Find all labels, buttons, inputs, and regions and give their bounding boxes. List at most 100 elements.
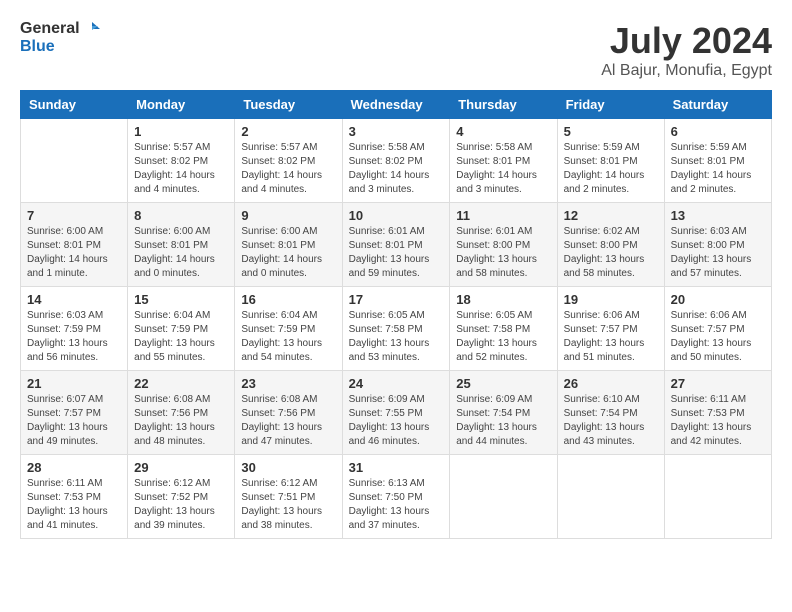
day-cell: 20 Sunrise: 6:06 AMSunset: 7:57 PMDayligh… xyxy=(664,287,771,371)
day-info: Sunrise: 5:58 AMSunset: 8:02 PMDaylight:… xyxy=(349,141,444,197)
day-info: Sunrise: 6:04 AMSunset: 7:59 PMDaylight:… xyxy=(241,309,335,365)
day-cell: 3 Sunrise: 5:58 AMSunset: 8:02 PMDaylight… xyxy=(342,119,450,203)
day-number: 26 xyxy=(564,376,658,391)
logo: General Blue xyxy=(20,20,100,56)
day-number: 25 xyxy=(456,376,550,391)
day-number: 2 xyxy=(241,124,335,139)
day-cell: 22 Sunrise: 6:08 AMSunset: 7:56 PMDayligh… xyxy=(128,371,235,455)
day-header-friday: Friday xyxy=(557,91,664,119)
location: Al Bajur, Monufia, Egypt xyxy=(601,62,772,80)
day-number: 20 xyxy=(671,292,765,307)
day-number: 30 xyxy=(241,460,335,475)
day-header-thursday: Thursday xyxy=(450,91,557,119)
day-number: 7 xyxy=(27,208,121,223)
day-number: 13 xyxy=(671,208,765,223)
day-header-wednesday: Wednesday xyxy=(342,91,450,119)
day-cell: 1 Sunrise: 5:57 AMSunset: 8:02 PMDaylight… xyxy=(128,119,235,203)
day-number: 14 xyxy=(27,292,121,307)
day-number: 6 xyxy=(671,124,765,139)
day-info: Sunrise: 6:13 AMSunset: 7:50 PMDaylight:… xyxy=(349,477,444,533)
day-header-saturday: Saturday xyxy=(664,91,771,119)
day-number: 5 xyxy=(564,124,658,139)
day-number: 4 xyxy=(456,124,550,139)
day-cell xyxy=(21,119,128,203)
day-cell: 11 Sunrise: 6:01 AMSunset: 8:00 PMDayligh… xyxy=(450,203,557,287)
day-number: 28 xyxy=(27,460,121,475)
day-header-monday: Monday xyxy=(128,91,235,119)
day-number: 15 xyxy=(134,292,228,307)
day-number: 12 xyxy=(564,208,658,223)
day-cell: 10 Sunrise: 6:01 AMSunset: 8:01 PMDayligh… xyxy=(342,203,450,287)
day-header-sunday: Sunday xyxy=(21,91,128,119)
day-cell: 18Sunrise: 6:05 AMSunset: 7:58 PMDayligh… xyxy=(450,287,557,371)
day-info: Sunrise: 6:08 AMSunset: 7:56 PMDaylight:… xyxy=(241,393,335,449)
logo-bird-icon xyxy=(82,20,100,38)
days-header-row: SundayMondayTuesdayWednesdayThursdayFrid… xyxy=(21,91,772,119)
day-number: 22 xyxy=(134,376,228,391)
week-row-1: 1 Sunrise: 5:57 AMSunset: 8:02 PMDaylight… xyxy=(21,119,772,203)
day-cell: 4Sunrise: 5:58 AMSunset: 8:01 PMDaylight… xyxy=(450,119,557,203)
day-number: 17 xyxy=(349,292,444,307)
day-number: 21 xyxy=(27,376,121,391)
logo-blue: Blue xyxy=(20,38,100,56)
day-info: Sunrise: 6:01 AMSunset: 8:00 PMDaylight:… xyxy=(456,225,550,281)
month-year: July 2024 xyxy=(601,20,772,62)
day-number: 3 xyxy=(349,124,444,139)
day-cell: 31Sunrise: 6:13 AMSunset: 7:50 PMDayligh… xyxy=(342,455,450,539)
day-number: 19 xyxy=(564,292,658,307)
day-cell: 29 Sunrise: 6:12 AMSunset: 7:52 PMDayligh… xyxy=(128,455,235,539)
day-number: 16 xyxy=(241,292,335,307)
day-info: Sunrise: 6:07 AMSunset: 7:57 PMDaylight:… xyxy=(27,393,121,449)
day-cell: 27 Sunrise: 6:11 AMSunset: 7:53 PMDayligh… xyxy=(664,371,771,455)
day-cell: 26 Sunrise: 6:10 AMSunset: 7:54 PMDayligh… xyxy=(557,371,664,455)
logo-container: General Blue xyxy=(20,20,100,56)
logo-general: General xyxy=(20,20,80,38)
day-info: Sunrise: 6:11 AMSunset: 7:53 PMDaylight:… xyxy=(671,393,765,449)
day-cell xyxy=(664,455,771,539)
day-info: Sunrise: 5:57 AMSunset: 8:02 PMDaylight:… xyxy=(134,141,228,197)
day-cell: 12Sunrise: 6:02 AMSunset: 8:00 PMDayligh… xyxy=(557,203,664,287)
day-info: Sunrise: 6:10 AMSunset: 7:54 PMDaylight:… xyxy=(564,393,658,449)
day-info: Sunrise: 6:09 AMSunset: 7:54 PMDaylight:… xyxy=(456,393,550,449)
week-row-4: 21 Sunrise: 6:07 AMSunset: 7:57 PMDayligh… xyxy=(21,371,772,455)
header: General Blue July 2024 Al Bajur, Monufia… xyxy=(20,20,772,80)
day-info: Sunrise: 6:09 AMSunset: 7:55 PMDaylight:… xyxy=(349,393,444,449)
day-info: Sunrise: 6:01 AMSunset: 8:01 PMDaylight:… xyxy=(349,225,444,281)
day-cell: 23Sunrise: 6:08 AMSunset: 7:56 PMDayligh… xyxy=(235,371,342,455)
day-number: 29 xyxy=(134,460,228,475)
day-cell: 9Sunrise: 6:00 AMSunset: 8:01 PMDaylight… xyxy=(235,203,342,287)
day-info: Sunrise: 6:00 AMSunset: 8:01 PMDaylight:… xyxy=(27,225,121,281)
day-cell: 7 Sunrise: 6:00 AMSunset: 8:01 PMDaylight… xyxy=(21,203,128,287)
day-info: Sunrise: 5:57 AMSunset: 8:02 PMDaylight:… xyxy=(241,141,335,197)
day-number: 1 xyxy=(134,124,228,139)
day-info: Sunrise: 6:12 AMSunset: 7:52 PMDaylight:… xyxy=(134,477,228,533)
day-cell: 21 Sunrise: 6:07 AMSunset: 7:57 PMDayligh… xyxy=(21,371,128,455)
day-number: 24 xyxy=(349,376,444,391)
day-number: 27 xyxy=(671,376,765,391)
day-info: Sunrise: 6:06 AMSunset: 7:57 PMDaylight:… xyxy=(671,309,765,365)
day-info: Sunrise: 6:06 AMSunset: 7:57 PMDaylight:… xyxy=(564,309,658,365)
day-cell: 25 Sunrise: 6:09 AMSunset: 7:54 PMDayligh… xyxy=(450,371,557,455)
day-number: 8 xyxy=(134,208,228,223)
day-info: Sunrise: 6:11 AMSunset: 7:53 PMDaylight:… xyxy=(27,477,121,533)
day-cell: 28 Sunrise: 6:11 AMSunset: 7:53 PMDayligh… xyxy=(21,455,128,539)
day-cell: 13 Sunrise: 6:03 AMSunset: 8:00 PMDayligh… xyxy=(664,203,771,287)
week-row-3: 14Sunrise: 6:03 AMSunset: 7:59 PMDayligh… xyxy=(21,287,772,371)
day-number: 9 xyxy=(241,208,335,223)
day-cell: 14Sunrise: 6:03 AMSunset: 7:59 PMDayligh… xyxy=(21,287,128,371)
day-info: Sunrise: 6:05 AMSunset: 7:58 PMDaylight:… xyxy=(349,309,444,365)
day-cell xyxy=(450,455,557,539)
day-cell xyxy=(557,455,664,539)
day-number: 11 xyxy=(456,208,550,223)
day-info: Sunrise: 6:04 AMSunset: 7:59 PMDaylight:… xyxy=(134,309,228,365)
day-info: Sunrise: 6:12 AMSunset: 7:51 PMDaylight:… xyxy=(241,477,335,533)
week-row-5: 28 Sunrise: 6:11 AMSunset: 7:53 PMDayligh… xyxy=(21,455,772,539)
day-info: Sunrise: 6:08 AMSunset: 7:56 PMDaylight:… xyxy=(134,393,228,449)
day-cell: 15 Sunrise: 6:04 AMSunset: 7:59 PMDayligh… xyxy=(128,287,235,371)
title-section: July 2024 Al Bajur, Monufia, Egypt xyxy=(601,20,772,80)
day-number: 10 xyxy=(349,208,444,223)
day-info: Sunrise: 5:59 AMSunset: 8:01 PMDaylight:… xyxy=(564,141,658,197)
week-row-2: 7 Sunrise: 6:00 AMSunset: 8:01 PMDaylight… xyxy=(21,203,772,287)
day-info: Sunrise: 6:03 AMSunset: 8:00 PMDaylight:… xyxy=(671,225,765,281)
day-cell: 8Sunrise: 6:00 AMSunset: 8:01 PMDaylight… xyxy=(128,203,235,287)
